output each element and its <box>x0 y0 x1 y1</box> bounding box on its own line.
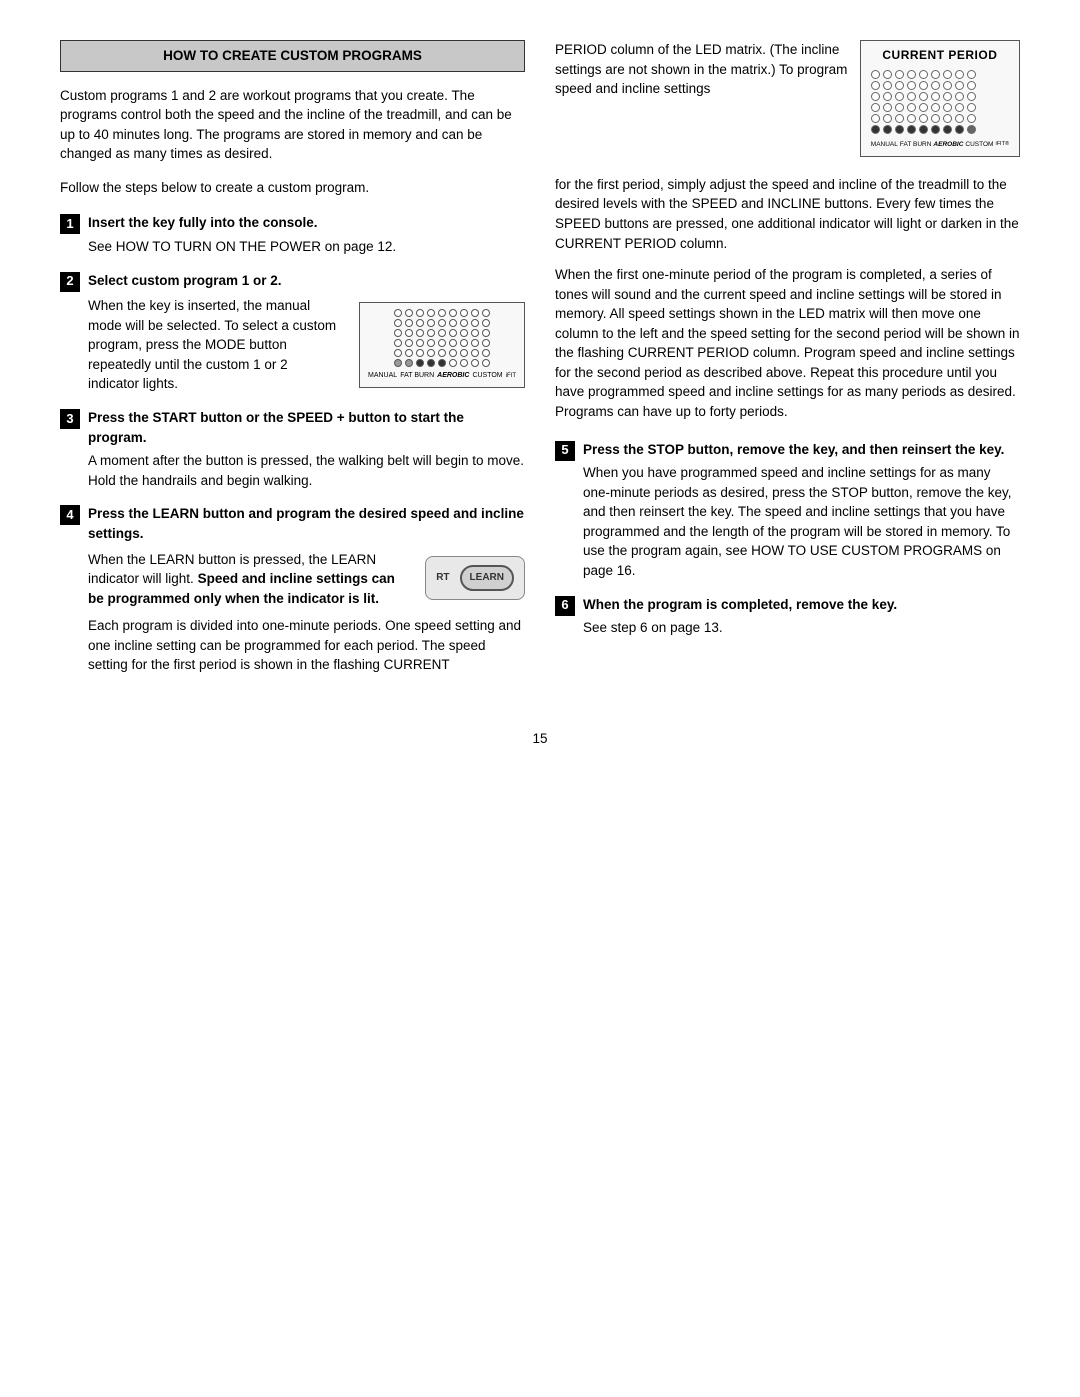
step-3-title: Press the START button or the SPEED + bu… <box>88 408 525 447</box>
step-4: 4 Press the LEARN button and program the… <box>60 504 525 675</box>
cp-label-row: MANUAL FAT BURN AEROBIC CUSTOM iFIT® <box>871 140 1009 149</box>
right-col-top: PERIOD column of the LED matrix. (The in… <box>555 40 1020 165</box>
step-4-content: Press the LEARN button and program the d… <box>88 504 525 675</box>
rt-label: RT <box>436 571 449 586</box>
step-3-content: Press the START button or the SPEED + bu… <box>88 408 525 490</box>
step-6-title: When the program is completed, remove th… <box>583 595 1020 615</box>
step-1-number: 1 <box>60 214 80 234</box>
learn-button: LEARN <box>460 565 514 592</box>
matrix-footer: MANUAL FAT BURN AEROBIC CUSTOM iFIT <box>368 371 516 381</box>
step-1-content: Insert the key fully into the console. S… <box>88 213 525 256</box>
step-2-title: Select custom program 1 or 2. <box>88 271 525 291</box>
current-period-matrix: MANUAL FAT BURN AEROBIC CUSTOM iFIT® <box>871 70 1009 149</box>
step-4-number: 4 <box>60 505 80 525</box>
period-body: for the first period, simply adjust the … <box>555 175 1020 253</box>
step-5-content: Press the STOP button, remove the key, a… <box>583 440 1020 581</box>
current-period-title: CURRENT PERIOD <box>871 47 1009 64</box>
step-1-title: Insert the key fully into the console. <box>88 213 525 233</box>
step-1-body: See HOW TO TURN ON THE POWER on page 12. <box>88 237 525 257</box>
step-4-body-after: Each program is divided into one-minute … <box>88 616 525 675</box>
step-2: 2 Select custom program 1 or 2. When the… <box>60 271 525 395</box>
step-3: 3 Press the START button or the SPEED + … <box>60 408 525 490</box>
led-matrix-diagram: MANUAL FAT BURN AEROBIC CUSTOM iFIT <box>359 302 525 388</box>
step-1: 1 Insert the key fully into the console.… <box>60 213 525 256</box>
intro-paragraph: Custom programs 1 and 2 are workout prog… <box>60 86 525 164</box>
step-5-number: 5 <box>555 441 575 461</box>
step-4-title: Press the LEARN button and program the d… <box>88 504 525 543</box>
current-period-box: CURRENT PERIOD <box>860 40 1020 157</box>
step-6-content: When the program is completed, remove th… <box>583 595 1020 638</box>
step-2-content: Select custom program 1 or 2. When the k… <box>88 271 525 395</box>
step-3-number: 3 <box>60 409 80 429</box>
step-6-number: 6 <box>555 596 575 616</box>
left-column: HOW TO CREATE CUSTOM PROGRAMS Custom pro… <box>60 40 525 689</box>
period-intro-text: PERIOD column of the LED matrix. (The in… <box>555 40 848 165</box>
learn-button-diagram: RT LEARN <box>425 556 525 601</box>
step-6: 6 When the program is completed, remove … <box>555 595 1020 638</box>
follow-text: Follow the steps below to create a custo… <box>60 178 525 198</box>
step-3-body: A moment after the button is pressed, th… <box>88 451 525 490</box>
step-2-number: 2 <box>60 272 80 292</box>
step-2-with-image: When the key is inserted, the manual mod… <box>88 296 525 394</box>
step-6-body: See step 6 on page 13. <box>583 618 1020 638</box>
step-5: 5 Press the STOP button, remove the key,… <box>555 440 1020 581</box>
step-5-body: When you have programmed speed and incli… <box>583 463 1020 580</box>
step-5-title: Press the STOP button, remove the key, a… <box>583 440 1020 460</box>
page-number: 15 <box>60 729 1020 749</box>
step-2-text: When the key is inserted, the manual mod… <box>88 296 339 394</box>
right-column: PERIOD column of the LED matrix. (The in… <box>555 40 1020 689</box>
step-4-with-image: When the LEARN button is pressed, the LE… <box>88 550 525 609</box>
period-body2: When the first one-minute period of the … <box>555 265 1020 422</box>
section-title: HOW TO CREATE CUSTOM PROGRAMS <box>60 40 525 72</box>
step-4-text: When the LEARN button is pressed, the LE… <box>88 550 405 609</box>
